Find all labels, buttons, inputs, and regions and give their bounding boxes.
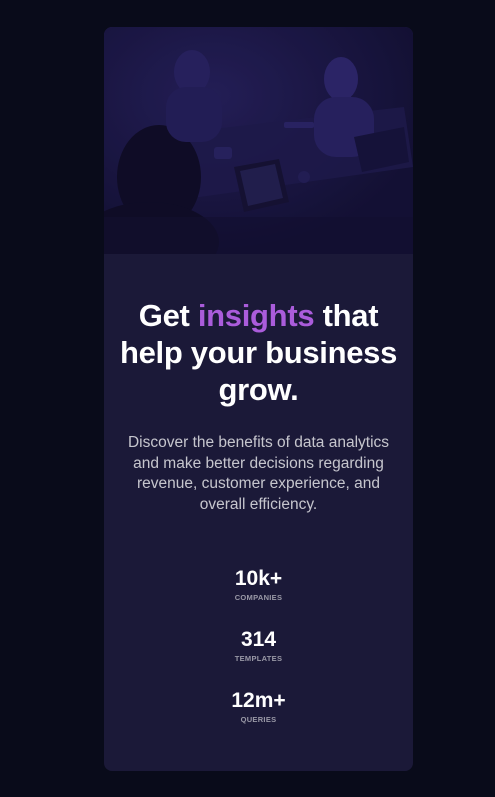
headline: Get insights that help your business gro… xyxy=(109,297,409,408)
headline-accent: insights xyxy=(197,298,315,333)
hero-tint-overlay xyxy=(104,27,413,254)
stat-label: TEMPLATES xyxy=(234,654,283,663)
stats-list: 10k+ COMPANIES 314 TEMPLATES 12m+ QUERIE… xyxy=(104,567,413,750)
stat-value: 10k+ xyxy=(234,567,283,590)
stat-value: 314 xyxy=(240,628,277,651)
card-content: Get insights that help your business gro… xyxy=(104,254,413,750)
stats-card: Get insights that help your business gro… xyxy=(104,27,413,771)
stat-label: COMPANIES xyxy=(234,593,283,602)
stat-templates: 314 TEMPLATES xyxy=(104,628,413,689)
stat-companies: 10k+ COMPANIES xyxy=(104,567,413,628)
stat-value: 12m+ xyxy=(231,689,286,712)
headline-start: Get xyxy=(138,298,198,333)
hero-image xyxy=(104,27,413,254)
stat-queries: 12m+ QUERIES xyxy=(104,689,413,750)
description: Discover the benefits of data analytics … xyxy=(127,434,390,513)
stat-label: QUERIES xyxy=(240,715,277,724)
